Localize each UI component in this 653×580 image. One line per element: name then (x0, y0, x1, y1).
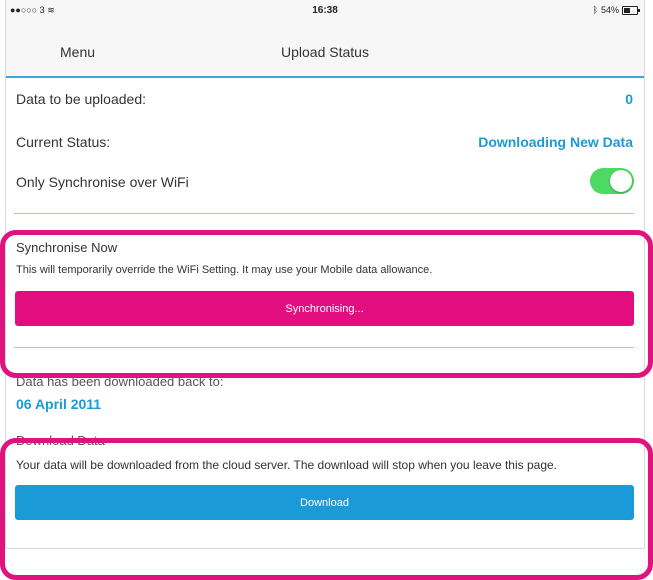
toggle-knob (610, 170, 632, 192)
sync-description: This will temporarily override the WiFi … (16, 264, 433, 276)
downloaded-back-label: Data has been downloaded back to: (16, 374, 224, 389)
wifi-only-toggle[interactable] (590, 168, 634, 194)
status-bar: ●●○○○ 3 ≋ 16:38 ᛒ 54% (6, 0, 644, 22)
section-divider (14, 213, 634, 214)
current-status-row: Current Status: Downloading New Data (16, 134, 633, 150)
status-time: 16:38 (312, 5, 338, 16)
bluetooth-icon: ᛒ (592, 5, 598, 15)
data-to-upload-value: 0 (625, 91, 633, 107)
synchronise-button[interactable]: Synchronising... (15, 291, 634, 326)
wifi-only-row: Only Synchronise over WiFi (16, 174, 633, 190)
app-screen: ●●○○○ 3 ≋ 16:38 ᛒ 54% Menu Upload Status… (5, 0, 645, 549)
page-title: Upload Status (281, 44, 369, 60)
data-to-upload-label: Data to be uploaded: (16, 91, 146, 107)
battery-percent: 54% (600, 5, 619, 15)
data-to-upload-row: Data to be uploaded: 0 (16, 91, 633, 107)
download-title: Download Data (16, 433, 105, 448)
current-status-value: Downloading New Data (478, 134, 633, 150)
current-status-label: Current Status: (16, 134, 111, 150)
navigation-bar: Menu Upload Status (6, 22, 644, 78)
downloaded-back-date: 06 April 2011 (16, 396, 102, 412)
download-description: Your data will be downloaded from the cl… (16, 458, 558, 472)
download-button[interactable]: Download (15, 485, 634, 520)
status-right: ᛒ 54% (592, 5, 640, 15)
sync-title: Synchronise Now (16, 240, 118, 255)
section-divider (14, 347, 634, 348)
battery-icon (622, 5, 640, 15)
wifi-only-label: Only Synchronise over WiFi (16, 174, 189, 190)
